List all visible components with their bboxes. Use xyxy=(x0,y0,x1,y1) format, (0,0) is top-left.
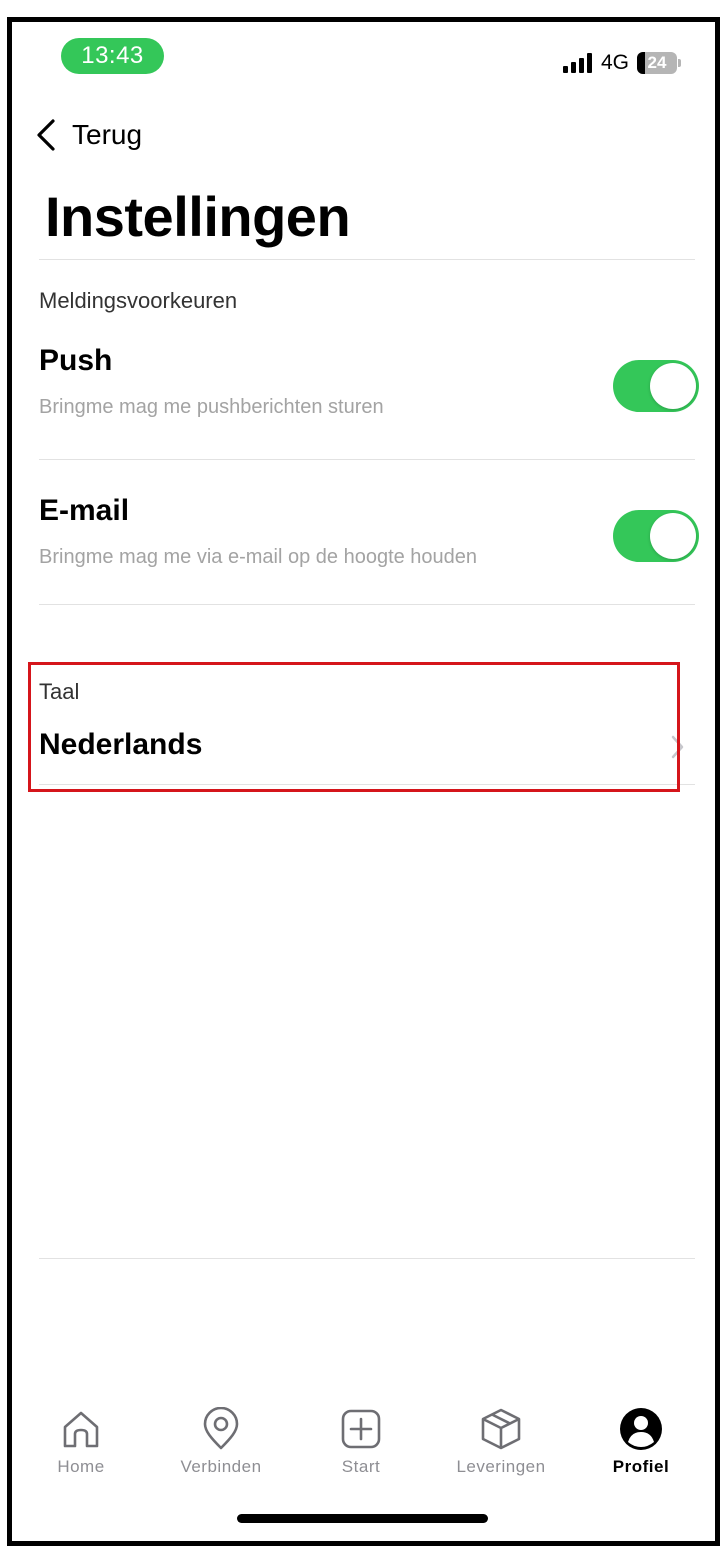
tab-leveringen[interactable]: Leveringen xyxy=(441,1407,561,1477)
tab-start[interactable]: Start xyxy=(301,1407,421,1477)
tab-bar: Home Verbinden Start Leveringen Profiel xyxy=(12,1407,715,1487)
divider xyxy=(39,1258,695,1259)
tab-label: Profiel xyxy=(612,1457,670,1476)
notifications-section-label: Meldingsvoorkeuren xyxy=(39,288,238,313)
email-toggle[interactable] xyxy=(613,510,699,562)
divider xyxy=(39,259,695,260)
push-toggle[interactable] xyxy=(613,360,699,412)
email-title: E-mail xyxy=(39,494,130,527)
tab-home[interactable]: Home xyxy=(21,1407,141,1477)
tab-label: Home xyxy=(57,1457,105,1476)
map-pin-icon xyxy=(203,1407,239,1450)
network-type: 4G xyxy=(600,51,629,74)
page-title: Instellingen xyxy=(45,185,351,248)
email-subtitle: Bringme mag me via e-mail op de hoogte h… xyxy=(39,546,478,568)
plus-square-icon xyxy=(341,1409,381,1449)
status-indicators: 4G 24 xyxy=(562,50,681,76)
status-time: 13:43 xyxy=(61,38,164,74)
toggle-knob xyxy=(650,513,696,559)
back-button[interactable]: Terug xyxy=(34,118,142,152)
push-subtitle: Bringme mag me pushberichten sturen xyxy=(39,396,384,418)
home-indicator[interactable] xyxy=(237,1514,488,1523)
tab-label: Start xyxy=(341,1457,381,1476)
divider xyxy=(39,604,695,605)
toggle-knob xyxy=(650,363,696,409)
battery-icon: 24 xyxy=(637,52,677,74)
tab-label: Leveringen xyxy=(456,1457,546,1476)
home-icon xyxy=(63,1411,99,1448)
divider xyxy=(39,459,695,460)
signal-icon xyxy=(562,53,592,73)
chevron-left-icon xyxy=(37,119,55,151)
tab-label: Verbinden xyxy=(180,1457,262,1476)
language-highlight-box xyxy=(28,662,680,792)
battery-tip xyxy=(678,59,681,67)
tab-profiel[interactable]: Profiel xyxy=(581,1407,701,1477)
battery-level: 24 xyxy=(647,53,667,72)
profile-icon xyxy=(620,1408,662,1450)
phone-screen: 13:43 4G 24 Terug Instellingen Meldingsv… xyxy=(7,17,720,1546)
back-label: Terug xyxy=(72,119,143,150)
push-title: Push xyxy=(39,344,113,377)
package-icon xyxy=(481,1408,521,1450)
tab-verbinden[interactable]: Verbinden xyxy=(161,1407,281,1477)
